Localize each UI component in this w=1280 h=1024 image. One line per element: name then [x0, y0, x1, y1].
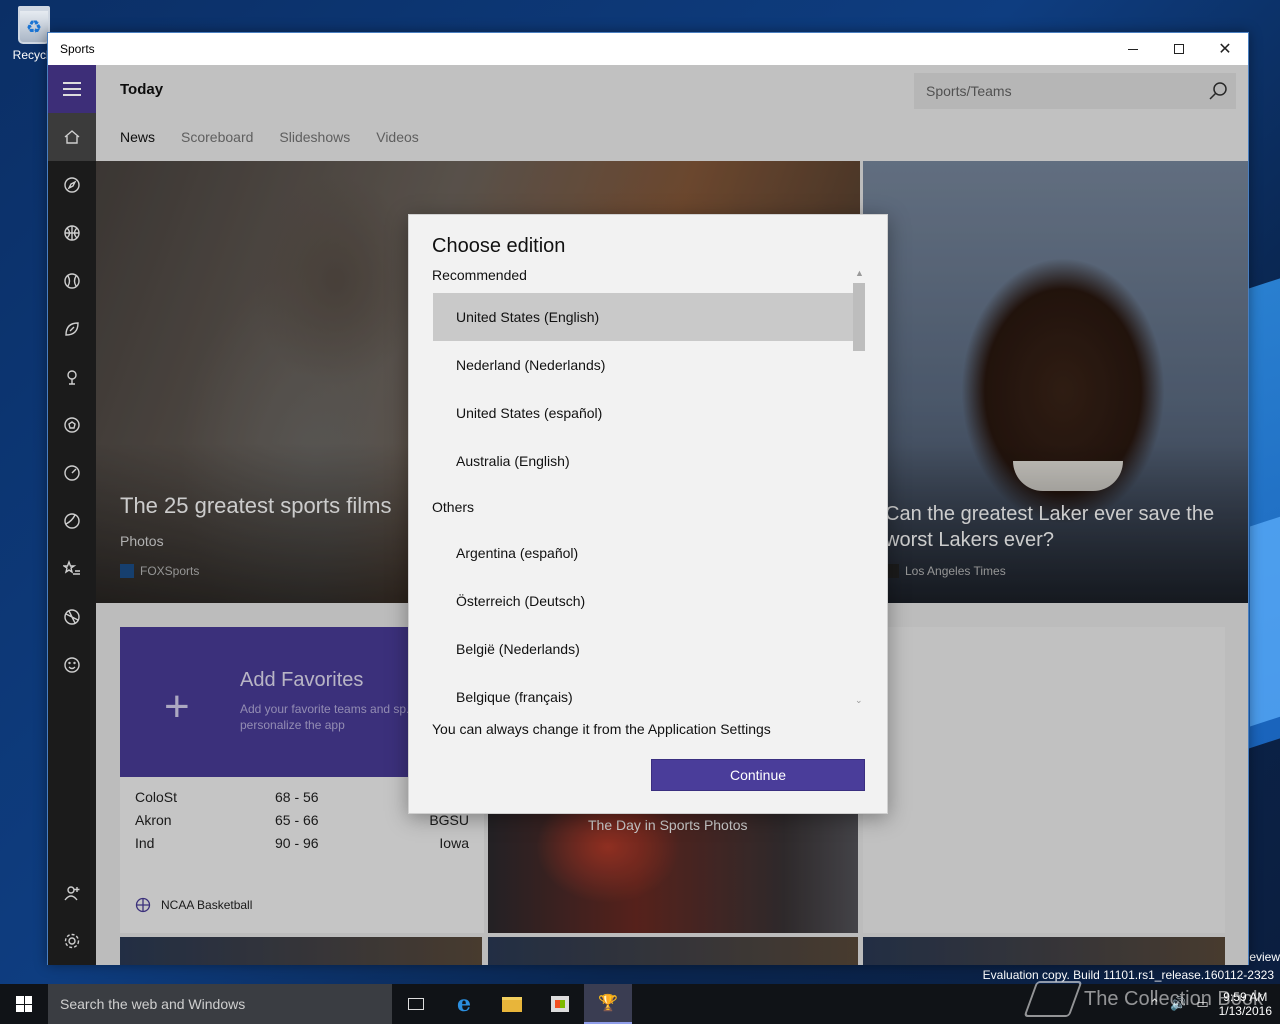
scroll-down-icon[interactable]: ⌄: [855, 695, 863, 706]
others-label: Others: [432, 499, 475, 515]
hamburger-icon: [63, 88, 81, 90]
baseball-icon: [64, 273, 80, 289]
edition-option[interactable]: België (Nederlands): [433, 625, 865, 673]
compass-icon: [64, 177, 80, 193]
nav-home[interactable]: [48, 113, 96, 161]
watermark-text: The Collection Book: [1084, 987, 1263, 1010]
sports-app-button[interactable]: 🏆: [584, 984, 632, 1024]
task-view-icon: [408, 998, 424, 1010]
nav-rail: [48, 65, 96, 965]
taskbar-search-box[interactable]: Search the web and Windows: [48, 984, 392, 1024]
hamburger-menu-button[interactable]: [48, 65, 96, 113]
settings-gear-icon: [64, 933, 80, 949]
window-title: Sports: [60, 42, 95, 56]
title-bar[interactable]: Sports ✕: [48, 33, 1248, 65]
sports-ball-icon: [64, 609, 80, 625]
scroll-up-icon[interactable]: ▲: [855, 268, 864, 278]
maximize-button[interactable]: [1156, 33, 1202, 65]
windows-logo-icon: [16, 996, 32, 1012]
minimize-icon: [1128, 48, 1138, 50]
task-view-button[interactable]: [392, 984, 440, 1024]
basketball-icon: [64, 225, 80, 241]
choose-edition-dialog: Choose edition Recommended ▲ United Stat…: [408, 214, 888, 814]
soccer-icon: [64, 417, 80, 433]
nav-rail-bottom: [48, 869, 96, 965]
nav-soccer[interactable]: [48, 401, 96, 449]
store-icon: [551, 996, 569, 1012]
close-icon: ✕: [1218, 41, 1232, 58]
nav-more-sports[interactable]: [48, 593, 96, 641]
nav-basketball[interactable]: [48, 209, 96, 257]
edition-option[interactable]: Argentina (español): [433, 529, 865, 577]
edition-option[interactable]: United States (español): [433, 389, 865, 437]
store-button[interactable]: [536, 984, 584, 1024]
minimize-button[interactable]: [1110, 33, 1156, 65]
collection-book-watermark: The Collection Book: [1023, 974, 1280, 1024]
desktop-wallpaper-light-2: [1250, 513, 1280, 727]
recycle-bin-icon: [18, 6, 50, 44]
book-logo-icon: [1023, 981, 1083, 1017]
close-button[interactable]: ✕: [1202, 33, 1248, 65]
home-icon: [64, 130, 80, 144]
nav-favorites[interactable]: [48, 545, 96, 593]
nav-settings[interactable]: [48, 917, 96, 965]
golf-icon: [67, 370, 77, 385]
smiley-icon: [64, 657, 80, 673]
edition-watermark-clip: eview: [1249, 950, 1280, 964]
nav-fun[interactable]: [48, 641, 96, 689]
favorites-star-icon: [63, 560, 80, 575]
maximize-icon: [1174, 44, 1184, 54]
continue-button[interactable]: Continue: [651, 759, 865, 791]
settings-note: You can always change it from the Applic…: [432, 721, 771, 737]
nav-explore[interactable]: [48, 161, 96, 209]
nav-football[interactable]: [48, 305, 96, 353]
nav-baseball[interactable]: [48, 257, 96, 305]
edition-option[interactable]: Nederland (Nederlands): [433, 341, 865, 389]
nav-tennis[interactable]: [48, 497, 96, 545]
racing-icon: [64, 465, 80, 481]
football-icon: [65, 322, 79, 336]
edition-option[interactable]: United States (English): [433, 293, 865, 341]
nav-account[interactable]: [48, 869, 96, 917]
nav-golf[interactable]: [48, 353, 96, 401]
start-button[interactable]: [0, 984, 48, 1024]
file-explorer-button[interactable]: [488, 984, 536, 1024]
edition-option[interactable]: Australia (English): [433, 437, 865, 485]
nav-racing[interactable]: [48, 449, 96, 497]
account-icon: [64, 886, 80, 901]
edition-option[interactable]: Belgique (français): [433, 673, 865, 721]
trophy-icon: 🏆: [598, 995, 618, 1012]
recommended-label: Recommended: [432, 267, 527, 283]
edge-browser-icon: e: [457, 991, 471, 1017]
dialog-title: Choose edition: [432, 235, 566, 257]
edge-button[interactable]: e: [440, 984, 488, 1024]
folder-icon: [502, 996, 522, 1012]
tennis-icon: [64, 513, 80, 529]
edition-option[interactable]: Österreich (Deutsch): [433, 577, 865, 625]
